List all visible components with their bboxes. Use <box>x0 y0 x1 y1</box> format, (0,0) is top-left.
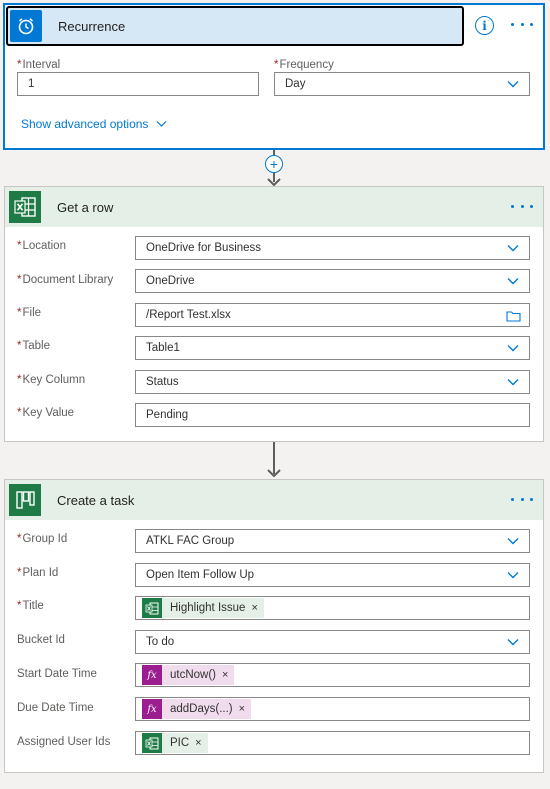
key-column-label: *Key Column <box>17 374 86 386</box>
remove-token-icon[interactable]: × <box>222 669 228 681</box>
table-dropdown[interactable]: Table1 <box>135 336 530 360</box>
planner-icon <box>9 484 41 516</box>
frequency-label: *Frequency <box>274 59 334 71</box>
plan-id-label: *Plan Id <box>17 567 59 579</box>
location-label: *Location <box>17 240 66 252</box>
chevron-down-icon <box>507 245 519 252</box>
chevron-down-icon <box>507 345 519 352</box>
chevron-down-icon <box>507 639 519 646</box>
start-date-time-label: Start Date Time <box>17 668 97 680</box>
remove-token-icon[interactable]: × <box>195 737 201 749</box>
folder-icon[interactable] <box>506 310 521 322</box>
fx-icon: fx <box>142 699 162 719</box>
chevron-down-icon <box>507 81 519 88</box>
chevron-down-icon <box>157 121 167 127</box>
info-icon[interactable]: i <box>475 16 494 35</box>
expression-token[interactable]: fx utcNow() × <box>142 665 235 685</box>
frequency-dropdown[interactable]: Day <box>274 72 530 96</box>
recurrence-header[interactable]: Recurrence <box>6 6 464 46</box>
arrow-down-icon <box>267 178 281 186</box>
due-date-time-label: Due Date Time <box>17 702 94 714</box>
key-value-label: *Key Value <box>17 407 75 419</box>
get-row-more-button[interactable] <box>511 198 533 214</box>
dynamic-content-token[interactable]: Highlight Issue × <box>142 598 264 618</box>
title-input[interactable]: Highlight Issue × <box>135 596 530 620</box>
remove-token-icon[interactable]: × <box>239 703 245 715</box>
location-dropdown[interactable]: OneDrive for Business <box>135 236 530 260</box>
alarm-clock-icon <box>10 10 42 42</box>
interval-label: *Interval <box>17 59 61 71</box>
add-step-button[interactable]: + <box>265 155 283 173</box>
table-label: *Table <box>17 340 50 352</box>
create-task-header[interactable]: Create a task <box>5 480 543 520</box>
group-id-dropdown[interactable]: ATKL FAC Group <box>135 529 530 553</box>
chevron-down-icon <box>507 278 519 285</box>
excel-icon <box>142 598 162 618</box>
token-label: utcNow() <box>170 669 217 681</box>
create-task-card: Create a task *Group Id ATKL FAC Group *… <box>4 479 544 773</box>
fx-icon: fx <box>142 665 162 685</box>
start-date-time-input[interactable]: fx utcNow() × <box>135 663 530 687</box>
bucket-id-label: Bucket Id <box>17 634 65 646</box>
arrow-down-icon <box>267 469 281 477</box>
chevron-down-icon <box>507 572 519 579</box>
key-value-input[interactable]: Pending <box>135 403 530 427</box>
token-label: PIC <box>170 737 190 749</box>
get-row-card: Get a row *Location OneDrive for Busines… <box>4 186 544 442</box>
expression-token[interactable]: fx addDays(...) × <box>142 699 252 719</box>
recurrence-title: Recurrence <box>58 18 126 34</box>
file-label: *File <box>17 307 42 319</box>
token-label: Highlight Issue <box>170 602 246 614</box>
document-library-label: *Document Library <box>17 274 114 286</box>
plan-id-dropdown[interactable]: Open Item Follow Up <box>135 563 530 587</box>
file-picker[interactable]: /Report Test.xlsx <box>135 303 530 327</box>
due-date-time-input[interactable]: fx addDays(...) × <box>135 697 530 721</box>
token-label: addDays(...) <box>170 703 233 715</box>
chevron-down-icon <box>507 538 519 545</box>
dynamic-content-token[interactable]: PIC × <box>142 733 208 753</box>
remove-token-icon[interactable]: × <box>251 602 257 614</box>
recurrence-card: Recurrence i *Interval 1 *Frequency Day … <box>4 4 544 149</box>
create-task-title: Create a task <box>57 492 135 508</box>
interval-input[interactable]: 1 <box>17 72 259 96</box>
show-advanced-options-link[interactable]: Show advanced options <box>21 117 167 131</box>
get-row-header[interactable]: Get a row <box>5 187 543 227</box>
title-label: *Title <box>17 600 44 612</box>
document-library-dropdown[interactable]: OneDrive <box>135 269 530 293</box>
bucket-id-dropdown[interactable]: To do <box>135 630 530 654</box>
assigned-user-ids-input[interactable]: PIC × <box>135 731 530 755</box>
assigned-user-ids-label: Assigned User Ids <box>17 736 111 748</box>
recurrence-more-button[interactable] <box>511 16 533 32</box>
group-id-label: *Group Id <box>17 533 68 545</box>
excel-icon <box>142 733 162 753</box>
excel-icon <box>9 191 41 223</box>
chevron-down-icon <box>507 379 519 386</box>
get-row-title: Get a row <box>57 199 114 215</box>
key-column-dropdown[interactable]: Status <box>135 370 530 394</box>
create-task-more-button[interactable] <box>511 491 533 507</box>
